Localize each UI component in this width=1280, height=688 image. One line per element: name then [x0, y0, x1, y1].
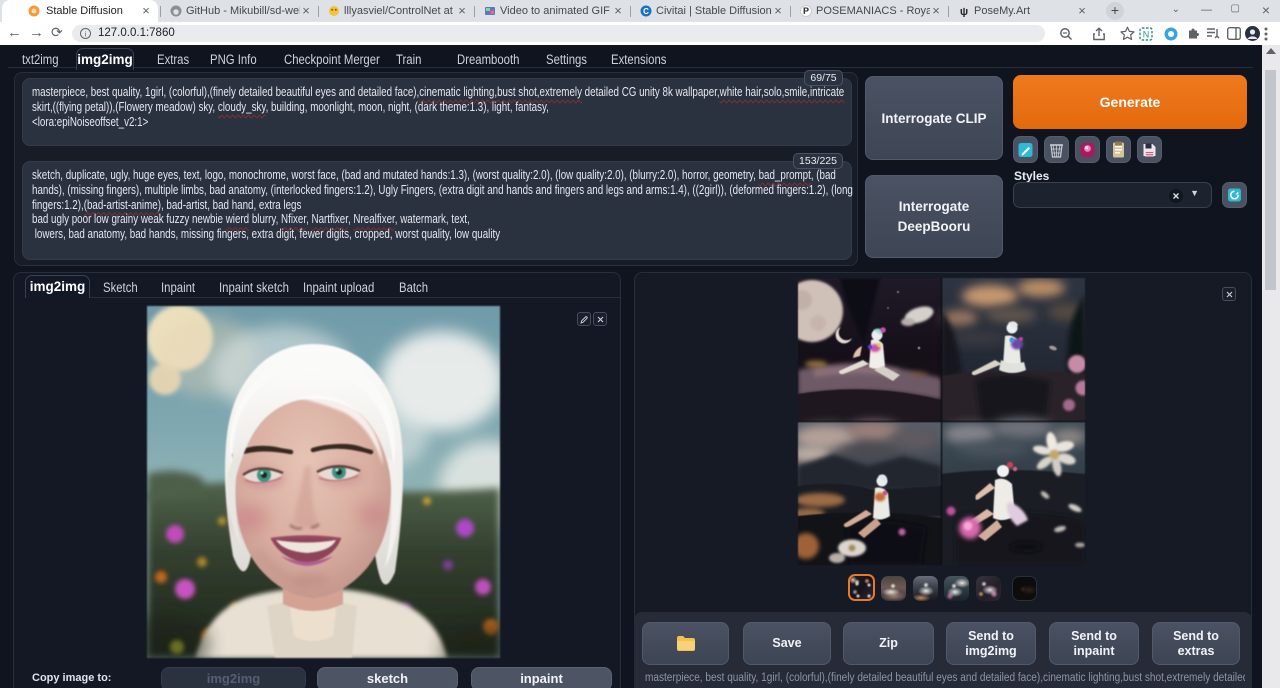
svg-text:C: C [643, 7, 649, 16]
svg-text:ψ: ψ [960, 6, 968, 17]
svg-text:N: N [1143, 30, 1150, 40]
svg-text:P: P [803, 6, 809, 16]
svg-text:i: i [85, 29, 87, 38]
